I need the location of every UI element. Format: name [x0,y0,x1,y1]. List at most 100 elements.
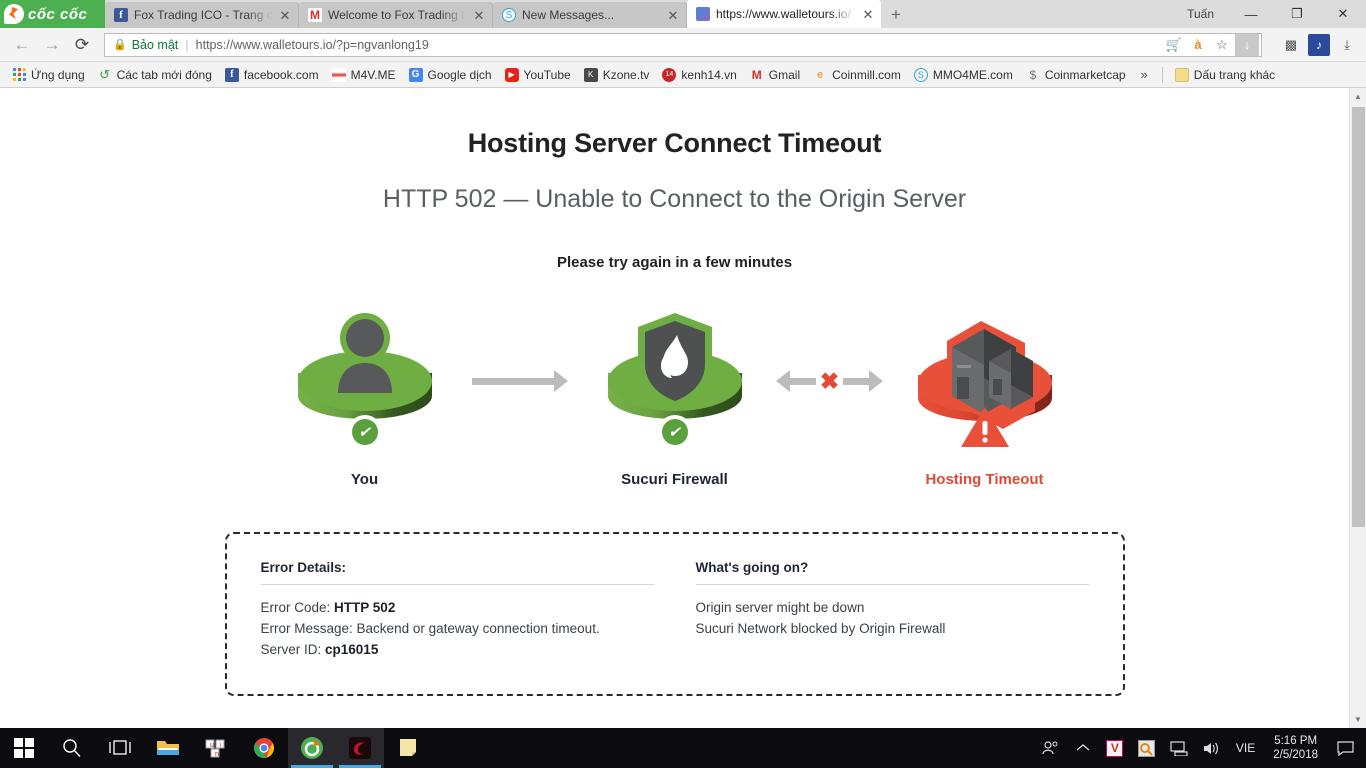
bookmark-coinmill[interactable]: e Coinmill.com [807,65,907,85]
server-id-value: cp16015 [325,642,379,657]
download-arrow-icon[interactable]: ↓ [1235,33,1259,56]
server-id-row: Server ID: cp16015 [261,639,654,660]
bookmark-other-label: Dấu trang khác [1193,67,1276,82]
tab-title: New Messages... [522,8,615,22]
google-translate-icon: G [408,67,423,82]
bookmark-kzone[interactable]: K Kzone.tv [578,65,656,85]
whats-going-on-column: What's going on? Origin server might be … [695,560,1089,660]
tab-close-button[interactable]: ✕ [278,9,292,22]
taskbar-search-icon[interactable] [48,728,96,768]
bookmark-star-icon[interactable]: ☆ [1211,34,1233,56]
tab-welcome-to-fox-trading[interactable]: M Welcome to Fox Trading IC ✕ [299,2,493,28]
translate-icon[interactable]: à [1187,34,1209,56]
blue-extension-icon[interactable]: ♪ [1308,33,1330,56]
error-message-row: Error Message: Backend or gateway connec… [261,618,654,639]
bookmark-coinmarketcap[interactable]: $ Coinmarketcap [1020,65,1132,85]
check-circle-icon: ✔ [657,415,692,449]
bookmark-mmo4me[interactable]: S MMO4ME.com [908,65,1019,85]
bookmarks-divider [1161,66,1163,83]
navigation-bar: ← → ⟳ 🔒 Bảo mật | https://www.walletours… [0,28,1366,62]
file-explorer-icon [157,741,179,755]
kzone-icon: K [583,67,598,82]
chrome-icon [253,737,275,758]
unikey-icon: u i n [205,739,225,758]
back-icon[interactable]: ← [8,31,36,59]
tab-close-button[interactable]: ✕ [472,9,486,22]
error-details-column: Error Details: Error Code: HTTP 502 Erro… [260,560,654,660]
new-tab-button[interactable]: + [881,2,911,28]
file-explorer-icon[interactable] [144,728,192,768]
scrollbar-thumb[interactable] [1352,107,1365,527]
facebook-icon: f [114,8,128,22]
bookmark-recent-tabs[interactable]: ↺ Các tab mới đóng [92,65,218,85]
show-hidden-icons-icon[interactable] [1068,728,1098,768]
bookmark-kenh14[interactable]: 14 kenh14.vn [656,65,742,85]
action-center-icon[interactable] [1328,728,1362,768]
profile-name[interactable]: Tuấn [1181,7,1228,21]
connector-firewall-to-host: ✖ [775,311,885,451]
m4v-icon [331,67,346,82]
language-indicator[interactable]: VIE [1228,741,1263,755]
error-page: Hosting Server Connect Timeout HTTP 502 … [0,88,1349,728]
tab-title: https://www.walletours.io/ [716,7,851,21]
task-view-icon[interactable] [96,728,144,768]
page-scrollbar[interactable]: ▲ ▼ [1349,88,1366,728]
garena-icon[interactable] [336,728,384,768]
flow-node-label: You [350,471,379,488]
address-bar[interactable]: 🔒 Bảo mật | https://www.walletours.io/?p… [104,32,1262,57]
unikey-icon[interactable]: u i n [192,728,240,768]
bookmark-other-folder[interactable]: Dấu trang khác [1169,65,1281,85]
gmail-icon: M [751,67,762,82]
flow-node-firewall: ✔ Sucuri Firewall [575,311,775,488]
tab-title: Welcome to Fox Trading IC [328,8,466,22]
volume-icon[interactable] [1196,728,1226,768]
bookmark-label: kenh14.vn [681,67,737,82]
clock-time: 5:16 PM [1274,735,1318,747]
tab-walletours[interactable]: https://www.walletours.io/ ✕ [687,0,881,28]
bookmark-google-translate[interactable]: G Google dịch [403,65,498,85]
bookmark-label: facebook.com [243,67,319,82]
coccoc-icon[interactable] [288,728,336,768]
connection-flow-diagram: ✔ You ✔ Sucuri Firewall ✖ Hosting Timeou… [0,311,1349,488]
bookmark-youtube[interactable]: ▶ YouTube [499,65,577,85]
bookmark-facebook[interactable]: f facebook.com [219,65,325,85]
tab-close-button[interactable]: ✕ [666,9,680,22]
bookmarks-bar: Ứng dụng ↺ Các tab mới đóng f facebook.c… [0,62,1366,88]
clock[interactable]: 5:16 PM 2/5/2018 [1265,734,1326,762]
chrome-icon[interactable] [240,728,288,768]
reload-icon[interactable]: ⟳ [68,31,96,59]
shopping-cart-icon[interactable]: 🛒 [1163,34,1185,56]
antivirus-tray-icon[interactable] [1132,728,1162,768]
bookmark-m4v[interactable]: M4V.ME [326,65,402,85]
minimize-button[interactable]: — [1228,0,1274,28]
unikey-tray-icon[interactable]: V [1100,728,1130,768]
scroll-down-button[interactable]: ▼ [1350,711,1366,728]
tab-new-messages[interactable]: S New Messages... ✕ [493,2,687,28]
network-icon[interactable] [1164,728,1194,768]
close-window-button[interactable]: ✕ [1320,0,1366,28]
bookmark-apps[interactable]: Ứng dụng [6,65,91,85]
browser-window: cốc cốc f Fox Trading ICO - Trang ch ✕ M… [0,0,1366,728]
bookmark-label: Ứng dụng [31,67,85,82]
bookmark-label: Kzone.tv [602,67,650,82]
tab-close-button[interactable]: ✕ [861,8,875,21]
arrow-right-icon [471,370,568,392]
tab-fox-trading-ico[interactable]: f Fox Trading ICO - Trang ch ✕ [105,2,299,28]
people-icon[interactable] [1036,728,1066,768]
maximize-button[interactable]: ❐ [1274,0,1320,28]
bookmark-gmail[interactable]: M Gmail [744,65,806,85]
whats-going-on-heading: What's going on? [695,560,809,575]
task-view-icon [109,740,131,755]
scroll-up-button[interactable]: ▲ [1350,88,1366,105]
error-code-row: Error Code: HTTP 502 [261,597,654,618]
downloads-icon[interactable]: ⤓ [1336,34,1358,56]
bookmarks-overflow-button[interactable]: » [1133,67,1156,82]
bookmark-label: YouTube [523,67,571,82]
forward-icon[interactable]: → [38,31,66,59]
start-button[interactable] [0,728,48,768]
search-icon [63,739,81,757]
notepad-icon[interactable] [384,728,432,768]
page-title: Hosting Server Connect Timeout [467,128,882,158]
flow-node-label: Hosting Timeout [925,471,1044,488]
qr-code-icon[interactable]: ▩ [1280,34,1302,56]
